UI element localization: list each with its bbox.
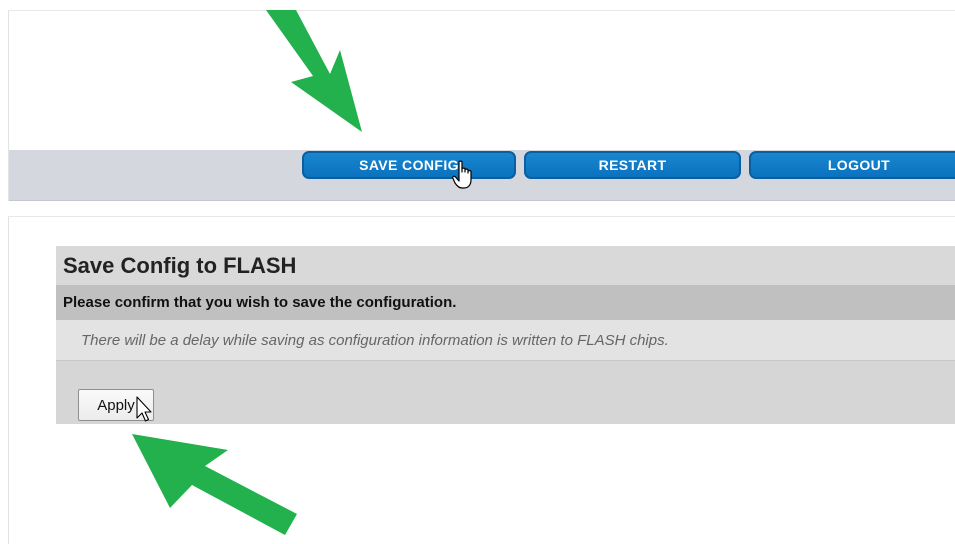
screenshot-root: SAVE CONFIG RESTART LOGOUT Save Config t…: [0, 0, 955, 544]
confirm-message: Please confirm that you wish to save the…: [56, 285, 955, 320]
apply-button[interactable]: Apply: [78, 389, 154, 421]
restart-button[interactable]: RESTART: [524, 151, 741, 179]
save-config-button[interactable]: SAVE CONFIG: [302, 151, 516, 179]
dialog-title: Save Config to FLASH: [56, 246, 955, 285]
save-config-label: SAVE CONFIG: [359, 157, 459, 173]
apply-label: Apply: [97, 396, 135, 414]
logout-label: LOGOUT: [827, 157, 891, 173]
nav-bar: SAVE CONFIG RESTART LOGOUT: [9, 150, 955, 201]
restart-label: RESTART: [598, 157, 667, 173]
save-config-dialog: Save Config to FLASH Please confirm that…: [56, 246, 955, 424]
delay-note: There will be a delay while saving as co…: [56, 320, 955, 361]
top-panel: SAVE CONFIG RESTART LOGOUT: [8, 10, 955, 201]
logout-button[interactable]: LOGOUT: [749, 151, 955, 179]
bottom-panel: Save Config to FLASH Please confirm that…: [8, 216, 955, 544]
